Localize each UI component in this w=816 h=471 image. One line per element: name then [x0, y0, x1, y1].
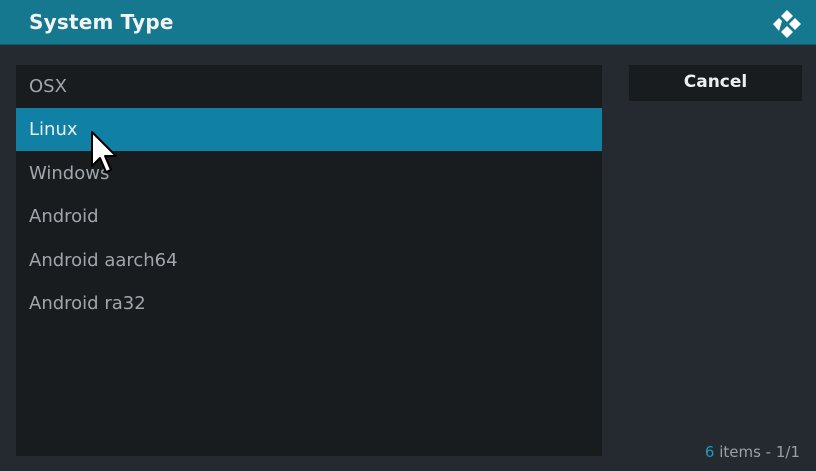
list-item-label: OSX — [29, 76, 67, 97]
list-item-android-aarch64[interactable]: Android aarch64 — [16, 239, 602, 282]
item-count-label: items - — [714, 443, 776, 461]
item-count: 6 items - 1/1 — [705, 443, 800, 461]
list-item-label: Android — [29, 206, 99, 227]
list-item-label: Linux — [29, 119, 78, 140]
item-count-number: 6 — [704, 443, 715, 461]
cancel-button[interactable]: Cancel — [629, 65, 802, 101]
kodi-logo-icon — [773, 10, 801, 38]
list-item-label: Android aarch64 — [29, 250, 178, 271]
dialog-title: System Type — [29, 10, 174, 34]
system-type-list: OSX Linux Windows Android Android aarch6… — [16, 65, 602, 456]
title-bar: System Type — [0, 0, 816, 45]
page-indicator: 1/1 — [775, 443, 800, 461]
list-item-android-ra32[interactable]: Android ra32 — [16, 282, 602, 325]
system-type-dialog: System Type OSX Linux Windows Android An… — [0, 0, 816, 471]
list-item-label: Android ra32 — [29, 293, 146, 314]
list-item-osx[interactable]: OSX — [16, 65, 602, 108]
mouse-cursor-icon — [91, 131, 117, 173]
list-item-android[interactable]: Android — [16, 195, 602, 238]
